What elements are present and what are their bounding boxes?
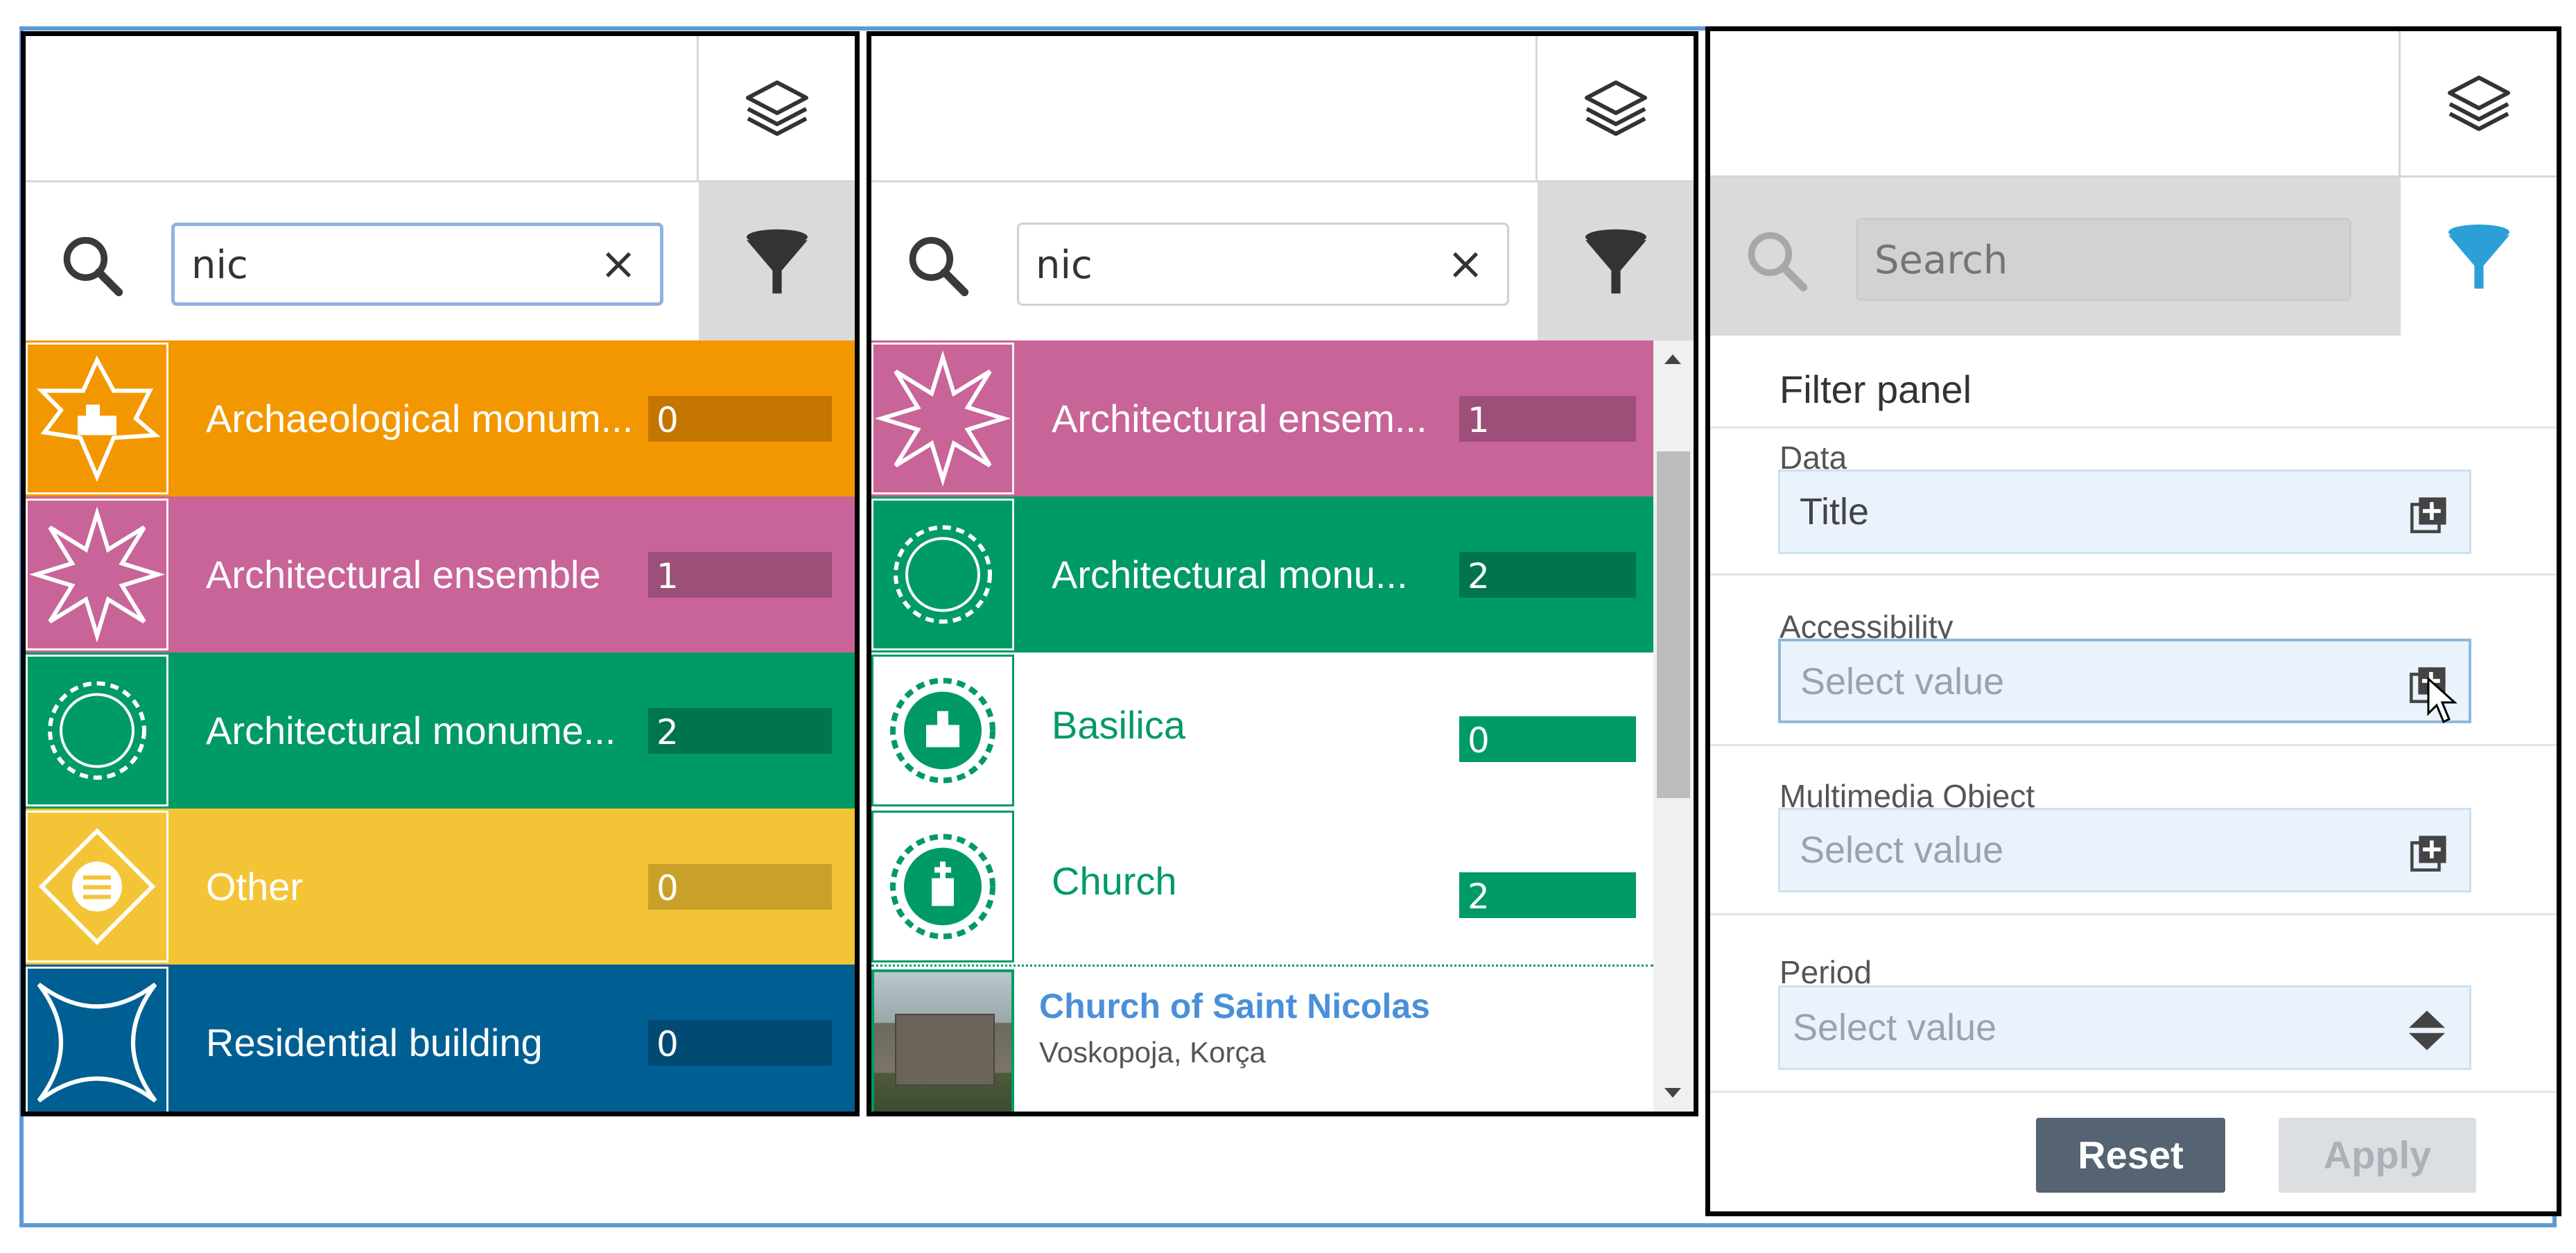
- category-label: Architectural ensem...: [1052, 397, 1427, 440]
- scroll-thumb[interactable]: [1657, 451, 1690, 798]
- reset-button[interactable]: Reset: [2036, 1118, 2225, 1193]
- search-icon: [909, 236, 969, 297]
- data-field[interactable]: Title: [1778, 469, 2471, 554]
- category-row-architectural-monument[interactable]: Architectural monume... 2: [26, 653, 855, 809]
- category-label: Residential building: [206, 1021, 543, 1064]
- category-label: Architectural monume...: [206, 709, 616, 752]
- panel-header: [1710, 31, 2557, 178]
- search-row: ×: [871, 182, 1694, 340]
- category-count: 0: [648, 864, 832, 910]
- sort-arrows-icon[interactable]: [2405, 1005, 2448, 1055]
- period-select[interactable]: Select value: [1778, 985, 2471, 1070]
- panel-filter: Filter panel Data Title Accessibility Se…: [1705, 26, 2561, 1216]
- category-label: Basilica: [1052, 703, 1185, 747]
- layers-button[interactable]: [1535, 36, 1694, 180]
- panel-categories-search: × Archaeological monum... 0 Architectura…: [21, 31, 860, 1116]
- layers-icon: [2447, 76, 2510, 131]
- category-label: Church: [1052, 859, 1177, 903]
- clear-search-button[interactable]: ×: [591, 226, 646, 302]
- filter-button[interactable]: [1538, 182, 1694, 340]
- add-box-icon[interactable]: [2410, 833, 2448, 872]
- divider: [1710, 744, 2557, 746]
- panel-header: [26, 36, 855, 182]
- category-label: Architectural monu...: [1052, 553, 1408, 596]
- funnel-icon: [1585, 229, 1646, 294]
- category-label: Archaeological monum...: [206, 397, 634, 440]
- result-thumbnail: [871, 969, 1014, 1112]
- search-row: [1710, 178, 2557, 336]
- category-count: 1: [1459, 396, 1636, 442]
- add-box-icon[interactable]: [2410, 495, 2448, 534]
- result-title[interactable]: Church of Saint Nicolas: [1039, 986, 1430, 1026]
- panel-header: [871, 36, 1694, 182]
- layers-icon: [1584, 80, 1647, 136]
- basilica-icon: [871, 655, 1014, 806]
- search-box: ×: [171, 223, 663, 306]
- layers-icon: [745, 80, 808, 136]
- scroll-up-arrow[interactable]: [1664, 354, 1681, 364]
- other-diamond-icon: [26, 811, 168, 962]
- category-label: Architectural ensemble: [206, 553, 601, 596]
- four-point-star-icon: [26, 967, 168, 1112]
- category-row-other[interactable]: Other 0: [26, 809, 855, 965]
- category-row-church[interactable]: Church 2: [871, 809, 1653, 967]
- clear-search-button[interactable]: ×: [1438, 225, 1493, 304]
- results-list[interactable]: Architectural ensem... 1 Architectural m…: [871, 340, 1694, 1112]
- star-icon: [26, 499, 168, 650]
- category-row-architectural-monument[interactable]: Architectural monu... 2: [871, 496, 1653, 653]
- category-row-residential[interactable]: Residential building 0: [26, 965, 855, 1112]
- sunburst-icon: [871, 499, 1014, 650]
- search-input[interactable]: [190, 226, 581, 304]
- search-icon: [63, 236, 123, 297]
- search-result-item[interactable]: Church of Saint Nicolas Voskopoja, Korça: [871, 967, 1653, 1112]
- funnel-icon: [746, 229, 808, 294]
- filter-button[interactable]: [699, 182, 855, 340]
- panel-search-results: × Architectural ensem... 1: [867, 31, 1698, 1116]
- divider: [1710, 426, 2557, 429]
- category-count: 0: [648, 1020, 832, 1066]
- field-value: Select value: [1800, 661, 2005, 702]
- category-count: 2: [1459, 872, 1636, 918]
- category-count: 0: [1459, 716, 1636, 762]
- mouse-cursor-icon: [2427, 677, 2457, 724]
- category-row-architectural-ensemble[interactable]: Architectural ensemble 1: [26, 496, 855, 653]
- category-row-archaeological[interactable]: Archaeological monum... 0: [26, 340, 855, 496]
- sunburst-icon: [26, 655, 168, 806]
- category-count: 0: [648, 396, 832, 442]
- divider: [1710, 573, 2557, 576]
- search-row: ×: [26, 182, 855, 340]
- church-icon: [871, 811, 1014, 962]
- star-icon: [871, 343, 1014, 494]
- search-input[interactable]: [1873, 220, 2264, 300]
- multimedia-object-field[interactable]: Select value: [1778, 808, 2471, 892]
- category-count: 1: [648, 552, 832, 598]
- search-box: ×: [1017, 223, 1509, 306]
- category-row-basilica[interactable]: Basilica 0: [871, 653, 1653, 811]
- accessibility-field[interactable]: Select value: [1778, 639, 2471, 724]
- filter-panel-title: Filter panel: [1779, 368, 1972, 411]
- category-count: 2: [648, 708, 832, 754]
- category-row-architectural-ensemble[interactable]: Architectural ensem... 1: [871, 340, 1653, 496]
- results-scrollbar[interactable]: [1653, 340, 1694, 1112]
- filter-button[interactable]: [2401, 178, 2557, 336]
- search-icon: [1748, 232, 1808, 292]
- search-box: [1856, 218, 2351, 301]
- divider: [1710, 1091, 2557, 1093]
- funnel-icon: [2448, 224, 2509, 289]
- result-subtitle: Voskopoja, Korça: [1039, 1036, 1266, 1069]
- field-value: Title: [1800, 491, 1870, 533]
- layers-button[interactable]: [2399, 31, 2557, 175]
- field-value: Select value: [1793, 1007, 1997, 1048]
- divider: [1710, 913, 2557, 915]
- search-input[interactable]: [1034, 225, 1425, 305]
- field-value: Select value: [1800, 829, 2004, 871]
- archaeological-site-icon: [26, 343, 168, 494]
- apply-button[interactable]: Apply: [2279, 1118, 2476, 1193]
- category-count: 2: [1459, 552, 1636, 598]
- category-label: Other: [206, 865, 304, 908]
- layers-button[interactable]: [697, 36, 855, 180]
- scroll-down-arrow[interactable]: [1664, 1088, 1681, 1098]
